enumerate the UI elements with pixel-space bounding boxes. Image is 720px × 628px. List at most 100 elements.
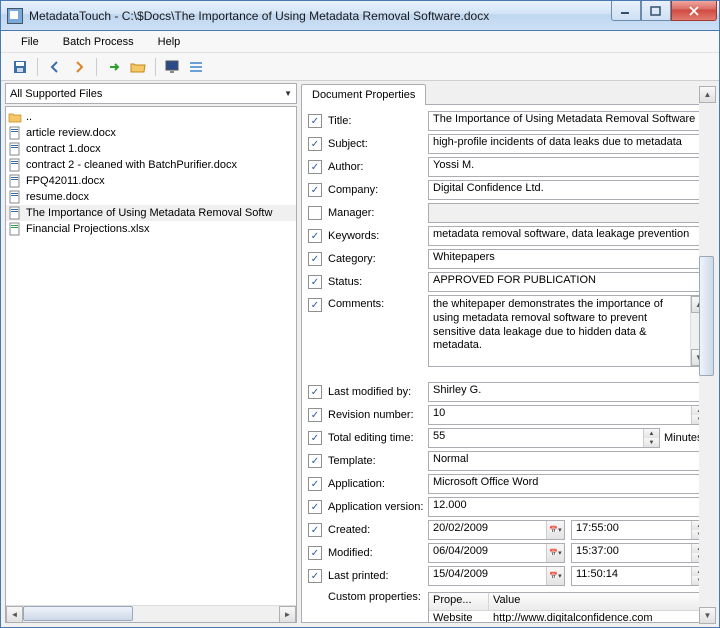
file-row-selected[interactable]: The Importance of Using Metadata Removal… — [6, 205, 296, 221]
scroll-down-icon[interactable]: ▼ — [699, 607, 716, 624]
monitor-icon[interactable] — [162, 56, 184, 78]
nav-back-icon[interactable] — [44, 56, 66, 78]
open-folder-icon[interactable] — [127, 56, 149, 78]
checkbox-modified[interactable]: ✓ — [308, 546, 322, 560]
doc-icon — [8, 158, 24, 172]
window-scrollbar[interactable]: ▲ ▼ — [699, 86, 716, 624]
scroll-right-icon[interactable]: ► — [279, 606, 296, 623]
checkbox-status[interactable]: ✓ — [308, 275, 322, 289]
label-company: Company: — [328, 184, 428, 196]
titlebar[interactable]: MetadataTouch - C:\$Docs\The Importance … — [1, 1, 719, 31]
file-row[interactable]: contract 2 - cleaned with BatchPurifier.… — [6, 157, 296, 173]
checkbox-subject[interactable]: ✓ — [308, 137, 322, 151]
horizontal-scrollbar[interactable]: ◄ ► — [6, 605, 296, 622]
checkbox-appversion[interactable]: ✓ — [308, 500, 322, 514]
input-lastmodby[interactable]: Shirley G. — [428, 382, 708, 402]
nav-forward-icon[interactable] — [68, 56, 90, 78]
checkbox-category[interactable]: ✓ — [308, 252, 322, 266]
input-keywords[interactable]: metadata removal software, data leakage … — [428, 226, 708, 246]
calendar-icon[interactable]: 📅▾ — [546, 544, 564, 562]
minimize-button[interactable] — [611, 1, 641, 21]
input-manager[interactable] — [428, 203, 708, 223]
scroll-thumb[interactable] — [23, 606, 133, 621]
input-printed-date[interactable]: 15/04/2009📅▾ — [428, 566, 565, 586]
menubar: File Batch Process Help — [1, 31, 719, 53]
save-icon[interactable] — [9, 56, 31, 78]
input-revision[interactable]: 10▲▼ — [428, 405, 708, 425]
file-row[interactable]: FPQ42011.docx — [6, 173, 296, 189]
checkbox-comments[interactable]: ✓ — [308, 298, 322, 312]
menu-file[interactable]: File — [11, 34, 49, 50]
input-author[interactable]: Yossi M. — [428, 157, 708, 177]
input-company[interactable]: Digital Confidence Ltd. — [428, 180, 708, 200]
input-created-time[interactable]: 17:55:00▲▼ — [571, 520, 708, 540]
tab-document-properties[interactable]: Document Properties — [301, 84, 426, 105]
checkbox-author[interactable]: ✓ — [308, 160, 322, 174]
file-list[interactable]: .. article review.docx contract 1.docx c… — [5, 106, 297, 623]
xls-icon — [8, 222, 24, 236]
input-created-date[interactable]: 20/02/2009📅▾ — [428, 520, 565, 540]
calendar-icon[interactable]: 📅▾ — [546, 567, 564, 585]
input-editing-time[interactable]: 55▲▼ — [428, 428, 660, 448]
input-title[interactable]: The Importance of Using Metadata Removal… — [428, 111, 708, 131]
checkbox-editing[interactable]: ✓ — [308, 431, 322, 445]
scroll-up-icon[interactable]: ▲ — [699, 86, 716, 103]
file-row[interactable]: resume.docx — [6, 189, 296, 205]
maximize-button[interactable] — [641, 1, 671, 21]
checkbox-company[interactable]: ✓ — [308, 183, 322, 197]
close-button[interactable] — [671, 1, 717, 21]
label-category: Category: — [328, 253, 428, 265]
input-modified-time[interactable]: 15:37:00▲▼ — [571, 543, 708, 563]
app-window: MetadataTouch - C:\$Docs\The Importance … — [0, 0, 720, 628]
input-category[interactable]: Whitepapers — [428, 249, 708, 269]
scroll-thumb[interactable] — [699, 256, 714, 376]
checkbox-keywords[interactable]: ✓ — [308, 229, 322, 243]
up-folder-row[interactable]: .. — [6, 109, 296, 125]
label-printed: Last printed: — [328, 570, 428, 582]
list-view-icon[interactable] — [186, 56, 208, 78]
input-printed-time[interactable]: 11:50:14▲▼ — [571, 566, 708, 586]
properties-pane: Document Properties ✓Title:The Importanc… — [301, 83, 715, 623]
custom-row[interactable]: Website http://www.digitalconfidence.com — [429, 611, 707, 623]
scroll-left-icon[interactable]: ◄ — [6, 606, 23, 623]
custom-header-property[interactable]: Prope... — [429, 593, 489, 610]
folder-up-icon — [8, 110, 24, 124]
input-application[interactable]: Microsoft Office Word — [428, 474, 708, 494]
spin-down-icon[interactable]: ▼ — [644, 438, 659, 447]
file-row[interactable]: Financial Projections.xlsx — [6, 221, 296, 237]
checkbox-lastmodby[interactable]: ✓ — [308, 385, 322, 399]
label-keywords: Keywords: — [328, 230, 428, 242]
checkbox-printed[interactable]: ✓ — [308, 569, 322, 583]
nav-go-icon[interactable] — [103, 56, 125, 78]
label-custom-props: Custom properties: — [328, 591, 428, 603]
filter-value: All Supported Files — [10, 88, 284, 100]
file-row[interactable]: contract 1.docx — [6, 141, 296, 157]
menu-help[interactable]: Help — [148, 34, 191, 50]
file-row[interactable]: article review.docx — [6, 125, 296, 141]
input-subject[interactable]: high-profile incidents of data leaks due… — [428, 134, 708, 154]
checkbox-created[interactable]: ✓ — [308, 523, 322, 537]
input-comments[interactable]: the whitepaper demonstrates the importan… — [428, 295, 708, 367]
custom-header-value[interactable]: Value — [489, 593, 707, 610]
checkbox-title[interactable]: ✓ — [308, 114, 322, 128]
menu-batch-process[interactable]: Batch Process — [53, 34, 144, 50]
file-browser-pane: All Supported Files ▼ .. article review.… — [5, 83, 297, 623]
custom-properties-table[interactable]: Prope... Value Website http://www.digita… — [428, 592, 708, 623]
input-status[interactable]: APPROVED FOR PUBLICATION — [428, 272, 708, 292]
input-template[interactable]: Normal — [428, 451, 708, 471]
checkbox-template[interactable]: ✓ — [308, 454, 322, 468]
checkbox-application[interactable]: ✓ — [308, 477, 322, 491]
chevron-down-icon: ▼ — [284, 89, 292, 98]
input-modified-date[interactable]: 06/04/2009📅▾ — [428, 543, 565, 563]
calendar-icon[interactable]: 📅▾ — [546, 521, 564, 539]
spin-up-icon[interactable]: ▲ — [644, 429, 659, 438]
input-appversion[interactable]: 12.000 — [428, 497, 708, 517]
checkbox-revision[interactable]: ✓ — [308, 408, 322, 422]
label-status: Status: — [328, 276, 428, 288]
label-subject: Subject: — [328, 138, 428, 150]
label-manager: Manager: — [328, 207, 428, 219]
label-application: Application: — [328, 478, 428, 490]
filter-combo[interactable]: All Supported Files ▼ — [5, 83, 297, 104]
checkbox-manager[interactable] — [308, 206, 322, 220]
label-comments: Comments: — [328, 298, 428, 310]
